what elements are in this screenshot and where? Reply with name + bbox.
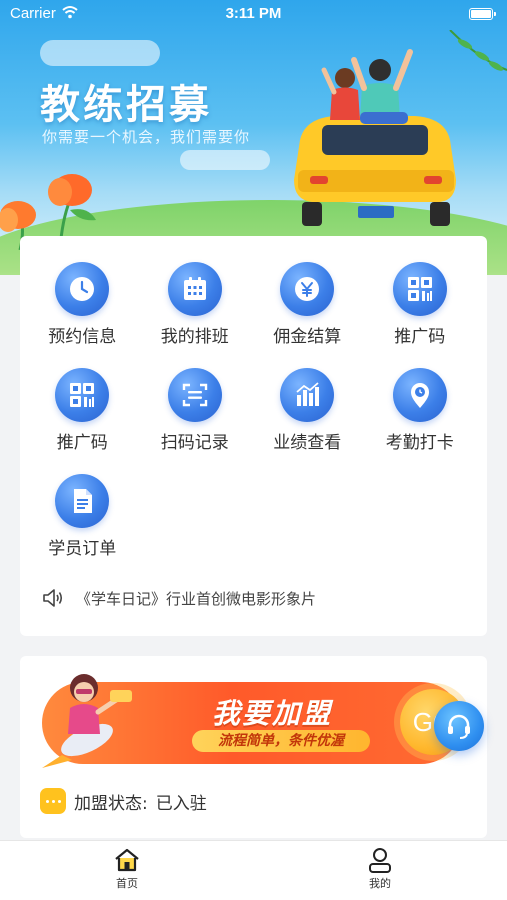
status-bar: Carrier 3:11 PM [0,0,507,28]
customer-service-button[interactable] [434,701,484,751]
page-title: 教练招募 [40,82,212,128]
girl-rocket-illustration [42,674,132,768]
menu-item-commission-settlement[interactable]: 佣金结算 [251,262,364,348]
hero-banner: Carrier 3:11 PM 教练招募 你需要一个机会，我们需要你 [0,0,507,275]
tab-mine-label: 我的 [369,877,391,890]
notice-bar[interactable]: 《学车日记》行业首创微电影形象片 [42,586,316,610]
join-status-value: 已入驻 [155,793,207,814]
menu-item-appointment-info[interactable]: 预约信息 [26,262,139,348]
menu-item-label: 我的排班 [160,327,229,347]
scan-icon [167,368,222,422]
menu-item-label: 推广码 [394,327,446,347]
join-status-label: 加盟状态: [74,793,148,814]
clock-icon [55,262,110,316]
battery-icon [469,8,496,20]
menu-item-attendance-checkin[interactable]: 考勤打卡 [364,368,477,454]
function-menu-card: 预约信息 我的排班 佣金结算 推广码 推广码 扫码记录 业绩查看 考勤打卡 学员… [20,236,487,636]
function-grid: 预约信息 我的排班 佣金结算 推广码 推广码 扫码记录 业绩查看 考勤打卡 学员… [20,262,487,560]
qr-code-icon [392,262,447,316]
menu-item-label: 佣金结算 [273,327,342,347]
clock-time: 3:11 PM [225,5,282,22]
menu-item-scan-records[interactable]: 扫码记录 [139,368,252,454]
calendar-icon [167,262,222,316]
cloud [40,40,160,66]
menu-item-promo-code[interactable]: 推广码 [364,262,477,348]
menu-item-promo-code-2[interactable]: 推广码 [26,368,139,454]
notice-text: 《学车日记》行业首创微电影形象片 [76,589,317,608]
menu-item-student-orders[interactable]: 学员订单 [26,474,139,560]
menu-item-label: 业绩查看 [273,433,342,453]
user-icon [369,848,391,873]
menu-item-label: 考勤打卡 [385,433,454,453]
tab-home[interactable]: 首页 [97,847,157,891]
menu-item-label: 学员订单 [48,539,117,559]
bar-chart-icon [280,368,335,422]
chat-bubble-icon [40,788,66,814]
location-clock-icon [392,368,447,422]
page-subtitle: 你需要一个机会，我们需要你 [42,128,251,146]
menu-item-performance[interactable]: 业绩查看 [251,368,364,454]
tab-mine[interactable]: 我的 [350,847,410,891]
menu-item-label: 扫码记录 [160,433,229,453]
tab-home-label: 首页 [116,877,138,890]
menu-item-label: 预约信息 [48,327,117,347]
join-status-row: 加盟状态: 已入驻 [40,788,207,814]
home-icon [115,848,139,872]
headset-icon [448,714,470,739]
join-banner-tagline: 流程简单，条件优渥 [192,730,370,752]
bottom-tab-bar: 首页 我的 [0,840,507,900]
car-illustration [294,30,507,226]
document-icon [55,474,110,528]
qr-code-icon [55,368,110,422]
menu-item-my-schedule[interactable]: 我的排班 [139,262,252,348]
menu-item-label: 推广码 [56,433,108,453]
join-card: 我要加盟 流程简单，条件优渥 GO 加盟状态: 已入驻 [20,656,487,838]
yen-coin-icon [280,262,335,316]
speaker-icon [43,589,63,607]
join-banner[interactable]: 我要加盟 流程简单，条件优渥 GO [42,674,466,768]
join-banner-title: 我要加盟 [212,697,333,730]
